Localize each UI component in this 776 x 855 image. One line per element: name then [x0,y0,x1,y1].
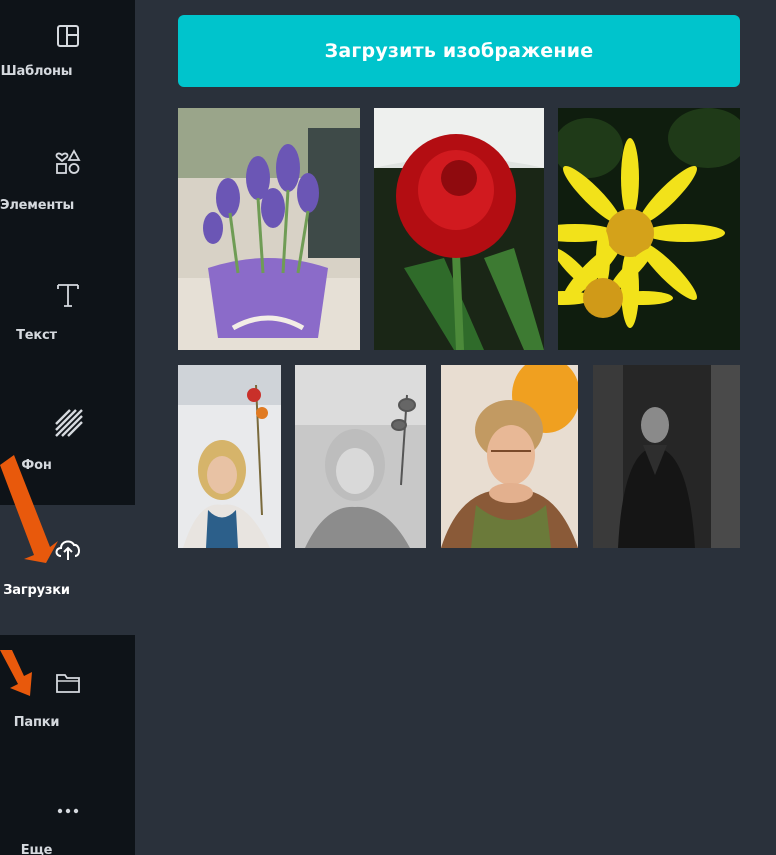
woman-with-flowers-color-photo [178,365,281,548]
gallery-image-woman-bw[interactable] [295,365,426,548]
pointer-arrow-folders-icon [0,650,32,696]
folder-icon [55,674,80,693]
sidebar-item-elements[interactable]: Элементы [0,130,135,258]
sidebar-item-text[interactable]: Текст [0,262,135,390]
woman-with-flowers-bw-photo [295,365,426,548]
gallery-image-crocus[interactable] [178,108,360,350]
more-icon [57,808,78,814]
gallery-image-man[interactable] [593,365,740,548]
purple-crocus-photo [178,108,360,350]
red-rose-photo [374,108,544,350]
gallery-image-woman-color[interactable] [178,365,281,548]
text-icon [56,284,79,307]
sidebar-item-label: Папки [13,715,60,730]
elements-icon [55,149,81,174]
templates-icon [56,25,79,47]
sidebar-item-more[interactable]: Еще [0,765,135,855]
sidebar-item-templates[interactable]: Шаблоны [0,0,135,85]
sidebar-item-label: Загрузки [3,583,70,598]
woman-with-balloon-photo [441,365,578,548]
sidebar-item-label: Элементы [0,198,74,213]
gallery-image-daisy[interactable] [558,108,740,350]
gallery-image-woman-balloon[interactable] [441,365,578,548]
sidebar: Шаблоны Элементы Текст Фон Загрузки Папк… [0,0,135,855]
upload-image-button[interactable]: Загрузить изображение [178,15,740,87]
sidebar-item-label: Текст [16,328,57,343]
sidebar-item-label: Шаблоны [0,64,73,79]
yellow-daisy-photo [558,108,740,350]
pointer-arrow-uploads-icon [0,455,58,563]
sidebar-item-label: Еще [20,843,53,855]
man-dark-portrait-photo [593,365,740,548]
background-icon [54,409,83,437]
gallery-image-rose[interactable] [374,108,544,350]
